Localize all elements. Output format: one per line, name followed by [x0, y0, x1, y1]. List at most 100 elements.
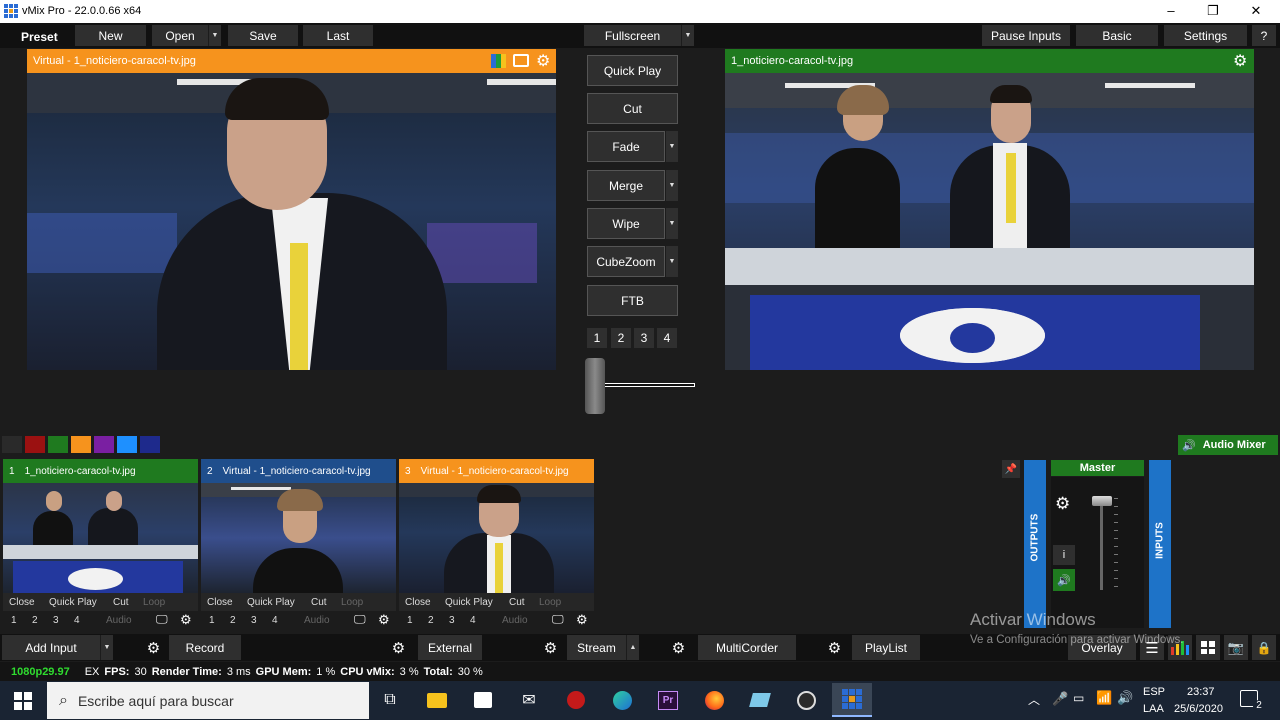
windows-start-icon[interactable] [14, 692, 32, 710]
fullscreen-dropdown[interactable]: ▼ [681, 25, 694, 46]
t-bar-handle[interactable] [585, 358, 605, 414]
playlist-button[interactable]: PlayList [852, 635, 920, 660]
clock-date[interactable]: 25/6/2020 [1174, 703, 1223, 715]
snapshot-camera-icon[interactable]: 📷 [1224, 635, 1248, 660]
lock-icon[interactable]: 🔒 [1252, 635, 1276, 660]
color-swatch-red[interactable] [25, 436, 45, 453]
merge-button[interactable]: Merge [587, 170, 665, 201]
input-2-slot-3[interactable]: 3 [251, 615, 257, 626]
input-1-slot-1[interactable]: 1 [11, 615, 17, 626]
settings-button[interactable]: Settings [1164, 25, 1247, 46]
input-3-title-bar[interactable]: 3 Virtual - 1_noticiero-caracol-tv.jpg [399, 459, 594, 483]
volume-icon[interactable]: 🔊 [1117, 690, 1133, 706]
input-1-gear-icon[interactable]: ⚙ [180, 612, 192, 628]
close-button[interactable]: ✕ [1245, 3, 1267, 19]
input-1-title-bar[interactable]: 1 1_noticiero-caracol-tv.jpg [3, 459, 198, 483]
maximize-button[interactable]: ❐ [1202, 3, 1224, 19]
input-3-close-button[interactable]: Close [405, 597, 431, 608]
input-2-title-bar[interactable]: 2 Virtual - 1_noticiero-caracol-tv.jpg [201, 459, 396, 483]
vmix-task-icon[interactable] [832, 683, 872, 717]
color-swatch-none[interactable] [2, 436, 22, 453]
wifi-icon[interactable]: 📶 [1096, 690, 1112, 706]
tray-expand-icon[interactable]: ︿ [1028, 691, 1040, 708]
input-1-loop-button[interactable]: Loop [143, 597, 165, 608]
record-app-icon[interactable] [559, 683, 593, 717]
quick-play-button[interactable]: Quick Play [587, 55, 678, 86]
record-button[interactable]: Record [169, 635, 241, 660]
color-swatch-purple[interactable] [94, 436, 114, 453]
notes-app-icon[interactable] [743, 683, 777, 717]
input-2-thumbnail[interactable] [201, 483, 396, 593]
input-1-audio-button[interactable]: Audio [106, 615, 132, 626]
edge-icon[interactable] [605, 683, 639, 717]
add-input-button[interactable]: Add Input [2, 635, 100, 660]
ftb-button[interactable]: FTB [587, 285, 678, 316]
battery-icon[interactable]: ▭ [1073, 691, 1084, 705]
color-swatch-orange[interactable] [71, 436, 91, 453]
obs-icon[interactable] [789, 683, 823, 717]
record-settings-gear-icon[interactable]: ⚙ [141, 635, 166, 660]
master-mute-button[interactable]: 🔊 [1053, 569, 1075, 591]
merge-dropdown[interactable]: ▼ [665, 170, 678, 201]
input-2-loop-button[interactable]: Loop [341, 597, 363, 608]
premiere-icon[interactable]: Pr [651, 683, 685, 717]
master-volume-handle[interactable] [1092, 496, 1112, 506]
fade-button[interactable]: Fade [587, 131, 665, 162]
fade-dropdown[interactable]: ▼ [665, 131, 678, 162]
input-1-cut-button[interactable]: Cut [113, 597, 129, 608]
input-2-quick-play-button[interactable]: Quick Play [247, 597, 295, 608]
input-1-quick-play-button[interactable]: Quick Play [49, 597, 97, 608]
input-3-slot-3[interactable]: 3 [449, 615, 455, 626]
cubezoom-button[interactable]: CubeZoom [587, 246, 665, 277]
stream-settings-gear-icon[interactable]: ⚙ [538, 635, 563, 660]
input-2-slot-4[interactable]: 4 [272, 615, 278, 626]
minimize-button[interactable]: – [1160, 3, 1182, 18]
transition-1-button[interactable]: 1 [587, 328, 607, 348]
transition-2-button[interactable]: 2 [611, 328, 631, 348]
input-3-thumbnail[interactable] [399, 483, 594, 593]
playlist-settings-gear-icon[interactable]: ⚙ [822, 635, 847, 660]
color-swatch-navy[interactable] [140, 436, 160, 453]
stream-dropdown[interactable]: ▲ [626, 635, 639, 660]
multicorder-settings-gear-icon[interactable]: ⚙ [666, 635, 691, 660]
input-3-gear-icon[interactable]: ⚙ [576, 612, 588, 628]
language-code[interactable]: ESP [1143, 686, 1165, 698]
stream-button[interactable]: Stream [567, 635, 626, 660]
multicorder-button[interactable]: MultiCorder [698, 635, 796, 660]
input-1-thumbnail[interactable] [3, 483, 198, 593]
new-button[interactable]: New [75, 25, 146, 46]
overlay-frame-icon[interactable] [513, 54, 529, 67]
input-2-gear-icon[interactable]: ⚙ [378, 612, 390, 628]
input-2-slot-1[interactable]: 1 [209, 615, 215, 626]
input-1-monitor-icon[interactable]: 🖵 [156, 612, 168, 627]
input-1-slot-4[interactable]: 4 [74, 615, 80, 626]
open-button[interactable]: Open [152, 25, 208, 46]
input-3-cut-button[interactable]: Cut [509, 597, 525, 608]
store-icon[interactable] [466, 683, 500, 717]
input-3-slot-4[interactable]: 4 [470, 615, 476, 626]
wipe-dropdown[interactable]: ▼ [665, 208, 678, 239]
input-1-slot-3[interactable]: 3 [53, 615, 59, 626]
input-3-quick-play-button[interactable]: Quick Play [445, 597, 493, 608]
cubezoom-dropdown[interactable]: ▼ [665, 246, 678, 277]
color-key-icon[interactable] [491, 54, 506, 68]
input-3-loop-button[interactable]: Loop [539, 597, 561, 608]
save-button[interactable]: Save [228, 25, 298, 46]
input-1-close-button[interactable]: Close [9, 597, 35, 608]
input-3-slot-1[interactable]: 1 [407, 615, 413, 626]
pin-button[interactable]: 📌 [1002, 460, 1020, 478]
master-info-button[interactable]: i [1053, 545, 1075, 565]
input-3-slot-2[interactable]: 2 [428, 615, 434, 626]
wipe-button[interactable]: Wipe [587, 208, 665, 239]
clock-time[interactable]: 23:37 [1187, 686, 1215, 698]
input-2-close-button[interactable]: Close [207, 597, 233, 608]
input-2-cut-button[interactable]: Cut [311, 597, 327, 608]
microphone-icon[interactable]: 🎤 [1052, 691, 1068, 707]
input-1-slot-2[interactable]: 2 [32, 615, 38, 626]
open-dropdown[interactable]: ▼ [208, 25, 221, 46]
input-3-audio-button[interactable]: Audio [502, 615, 528, 626]
external-settings-gear-icon[interactable]: ⚙ [386, 635, 411, 660]
keyboard-layout[interactable]: LAA [1143, 703, 1164, 715]
add-input-dropdown[interactable]: ▼ [100, 635, 113, 660]
preview-gear-icon[interactable]: ⚙ [536, 51, 550, 71]
